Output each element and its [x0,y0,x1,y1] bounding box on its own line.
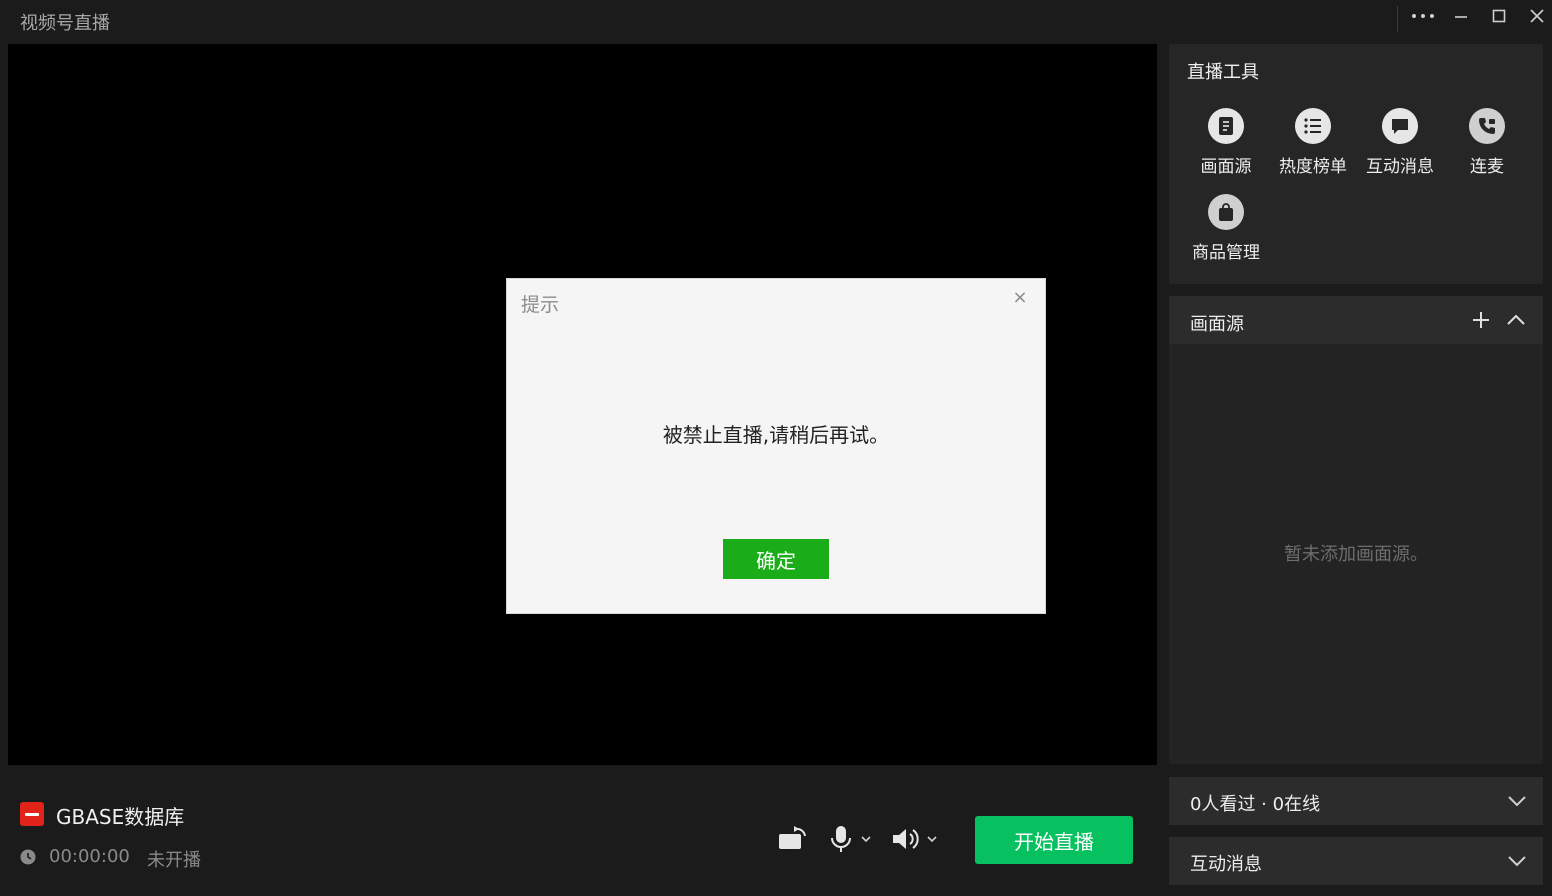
message-icon [1382,108,1418,144]
live-timer: 00:00:00 [49,846,130,867]
chevron-down-icon [1508,796,1526,807]
messages-panel-label: 互动消息 [1190,854,1262,875]
tool-co-host[interactable]: 连麦 [1444,108,1530,177]
source-icon [1208,108,1244,144]
live-status: 未开播 [147,850,201,871]
speaker-icon [893,829,919,849]
tool-products-label: 商品管理 [1192,243,1260,263]
clock-icon [20,849,36,865]
source-panel-title: 画面源 [1190,314,1244,335]
tool-messages-label: 互动消息 [1366,157,1434,177]
dialog-confirm-button[interactable]: 确定 [723,539,829,579]
rotate-screen-button[interactable] [778,825,808,851]
bag-icon [1208,194,1244,230]
messages-panel[interactable]: 互动消息 [1169,837,1543,885]
rotate-icon [779,826,806,849]
live-tools-panel: 直播工具 画面源 热度榜单 互动消息 连麦 商品管理 [1169,44,1543,284]
phone-icon [1469,108,1505,144]
account-avatar [20,802,44,826]
more-icon [1412,14,1434,18]
tool-source-label: 画面源 [1200,157,1252,177]
minimize-icon [1455,16,1467,18]
chevron-down-icon [861,836,871,843]
add-source-button[interactable] [1467,306,1495,334]
maximize-icon [1492,9,1506,23]
start-live-button[interactable]: 开始直播 [975,816,1133,864]
dialog-close-button[interactable]: × [1009,287,1031,309]
list-icon [1295,108,1331,144]
chevron-down-icon [927,836,937,843]
more-options-button[interactable] [1408,4,1438,28]
tool-products[interactable]: 商品管理 [1183,194,1269,263]
app-title: 视频号直播 [20,13,110,34]
live-tools-heading: 直播工具 [1187,62,1259,83]
dialog-message: 被禁止直播,请稍后再试。 [662,423,890,447]
tool-hot-list-label: 热度榜单 [1279,157,1347,177]
tool-hot-list[interactable]: 热度榜单 [1270,108,1356,177]
microphone-icon [831,826,851,852]
viewers-count: 0人看过 · 0在线 [1190,794,1321,815]
account-name: GBASE数据库 [56,805,185,829]
tool-messages[interactable]: 互动消息 [1357,108,1443,177]
close-icon [1530,9,1544,23]
title-bar: 视频号直播 [0,0,1552,42]
microphone-control[interactable] [830,825,872,853]
chevron-down-icon [1508,856,1526,867]
minimize-button[interactable] [1446,4,1476,28]
viewers-panel[interactable]: 0人看过 · 0在线 [1169,777,1543,825]
source-panel: 画面源 暂未添加画面源。 [1169,296,1543,764]
source-panel-header: 画面源 [1169,296,1543,344]
speaker-control[interactable] [892,827,938,851]
plus-icon [1473,312,1489,328]
chevron-up-icon [1507,314,1525,325]
collapse-source-button[interactable] [1502,306,1530,334]
dialog-title: 提示 [521,294,560,316]
tool-co-host-label: 连麦 [1470,157,1504,177]
title-bar-divider [1397,6,1398,32]
tool-source[interactable]: 画面源 [1183,108,1269,177]
alert-dialog: 提示 × 被禁止直播,请稍后再试。 确定 [506,278,1046,614]
source-empty-text: 暂未添加画面源。 [1284,544,1428,565]
close-window-button[interactable] [1522,4,1552,28]
maximize-button[interactable] [1484,4,1514,28]
